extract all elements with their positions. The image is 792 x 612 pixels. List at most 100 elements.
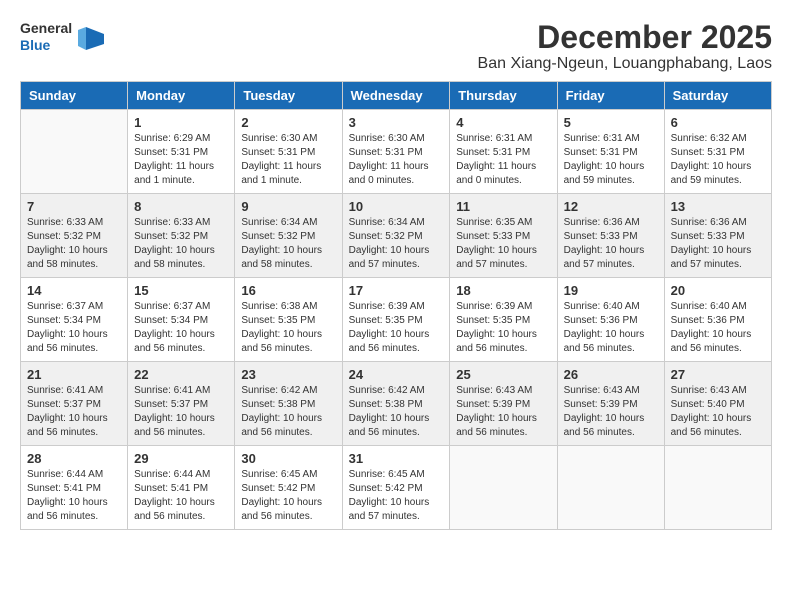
table-row: 30 Sunrise: 6:45 AM Sunset: 5:42 PM Dayl… [235,446,342,530]
sunrise-text: Sunrise: 6:42 AM [241,384,335,398]
table-row: 29 Sunrise: 6:44 AM Sunset: 5:41 PM Dayl… [128,446,235,530]
day-number: 13 [671,199,765,214]
table-row: 2 Sunrise: 6:30 AM Sunset: 5:31 PM Dayli… [235,110,342,194]
day-number: 14 [27,283,121,298]
day-number: 29 [134,451,228,466]
sunset-text: Sunset: 5:32 PM [241,230,335,244]
sunrise-text: Sunrise: 6:32 AM [671,132,765,146]
day-number: 27 [671,367,765,382]
day-number: 1 [134,115,228,130]
calendar-table: Sunday Monday Tuesday Wednesday Thursday… [20,81,772,530]
daylight-text: Daylight: 10 hours and 56 minutes. [241,328,335,356]
table-row: 4 Sunrise: 6:31 AM Sunset: 5:31 PM Dayli… [450,110,557,194]
sunrise-text: Sunrise: 6:45 AM [349,468,444,482]
day-number: 3 [349,115,444,130]
sunrise-text: Sunrise: 6:37 AM [27,300,121,314]
day-number: 28 [27,451,121,466]
day-number: 16 [241,283,335,298]
day-number: 4 [456,115,550,130]
sunset-text: Sunset: 5:32 PM [27,230,121,244]
day-info: Sunrise: 6:44 AM Sunset: 5:41 PM Dayligh… [27,468,121,524]
day-number: 5 [564,115,658,130]
logo-text: General Blue [20,20,72,54]
daylight-text: Daylight: 10 hours and 56 minutes. [349,328,444,356]
day-number: 24 [349,367,444,382]
table-row: 24 Sunrise: 6:42 AM Sunset: 5:38 PM Dayl… [342,362,450,446]
sunrise-text: Sunrise: 6:38 AM [241,300,335,314]
day-info: Sunrise: 6:43 AM Sunset: 5:39 PM Dayligh… [564,384,658,440]
daylight-text: Daylight: 10 hours and 56 minutes. [27,328,121,356]
table-row: 20 Sunrise: 6:40 AM Sunset: 5:36 PM Dayl… [664,278,771,362]
day-number: 25 [456,367,550,382]
sunrise-text: Sunrise: 6:43 AM [671,384,765,398]
table-row: 13 Sunrise: 6:36 AM Sunset: 5:33 PM Dayl… [664,194,771,278]
daylight-text: Daylight: 10 hours and 56 minutes. [456,328,550,356]
day-info: Sunrise: 6:45 AM Sunset: 5:42 PM Dayligh… [241,468,335,524]
day-number: 17 [349,283,444,298]
day-info: Sunrise: 6:43 AM Sunset: 5:39 PM Dayligh… [456,384,550,440]
calendar-header-row: Sunday Monday Tuesday Wednesday Thursday… [21,82,772,110]
table-row: 3 Sunrise: 6:30 AM Sunset: 5:31 PM Dayli… [342,110,450,194]
header: General Blue December 2025 Ban Xiang-Nge… [20,20,772,73]
day-number: 9 [241,199,335,214]
sunset-text: Sunset: 5:38 PM [349,398,444,412]
calendar-week-row: 7 Sunrise: 6:33 AM Sunset: 5:32 PM Dayli… [21,194,772,278]
col-saturday: Saturday [664,82,771,110]
sunset-text: Sunset: 5:31 PM [241,146,335,160]
day-info: Sunrise: 6:30 AM Sunset: 5:31 PM Dayligh… [241,132,335,188]
daylight-text: Daylight: 10 hours and 56 minutes. [134,328,228,356]
sunset-text: Sunset: 5:33 PM [671,230,765,244]
table-row: 23 Sunrise: 6:42 AM Sunset: 5:38 PM Dayl… [235,362,342,446]
day-info: Sunrise: 6:35 AM Sunset: 5:33 PM Dayligh… [456,216,550,272]
sunset-text: Sunset: 5:35 PM [456,314,550,328]
day-info: Sunrise: 6:33 AM Sunset: 5:32 PM Dayligh… [134,216,228,272]
sunrise-text: Sunrise: 6:31 AM [564,132,658,146]
day-info: Sunrise: 6:42 AM Sunset: 5:38 PM Dayligh… [241,384,335,440]
table-row [21,110,128,194]
col-sunday: Sunday [21,82,128,110]
sunset-text: Sunset: 5:31 PM [456,146,550,160]
table-row: 21 Sunrise: 6:41 AM Sunset: 5:37 PM Dayl… [21,362,128,446]
sunset-text: Sunset: 5:40 PM [671,398,765,412]
sunset-text: Sunset: 5:41 PM [27,482,121,496]
table-row: 8 Sunrise: 6:33 AM Sunset: 5:32 PM Dayli… [128,194,235,278]
daylight-text: Daylight: 10 hours and 56 minutes. [27,496,121,524]
daylight-text: Daylight: 10 hours and 59 minutes. [671,160,765,188]
day-number: 2 [241,115,335,130]
day-info: Sunrise: 6:31 AM Sunset: 5:31 PM Dayligh… [564,132,658,188]
day-number: 19 [564,283,658,298]
table-row: 14 Sunrise: 6:37 AM Sunset: 5:34 PM Dayl… [21,278,128,362]
day-info: Sunrise: 6:32 AM Sunset: 5:31 PM Dayligh… [671,132,765,188]
sunset-text: Sunset: 5:32 PM [349,230,444,244]
daylight-text: Daylight: 11 hours and 0 minutes. [349,160,444,188]
sunset-text: Sunset: 5:33 PM [456,230,550,244]
day-number: 7 [27,199,121,214]
sunset-text: Sunset: 5:31 PM [671,146,765,160]
daylight-text: Daylight: 10 hours and 57 minutes. [349,496,444,524]
daylight-text: Daylight: 11 hours and 1 minute. [241,160,335,188]
sunrise-text: Sunrise: 6:40 AM [564,300,658,314]
sunset-text: Sunset: 5:37 PM [27,398,121,412]
day-info: Sunrise: 6:40 AM Sunset: 5:36 PM Dayligh… [671,300,765,356]
sunrise-text: Sunrise: 6:29 AM [134,132,228,146]
sunrise-text: Sunrise: 6:33 AM [134,216,228,230]
day-info: Sunrise: 6:31 AM Sunset: 5:31 PM Dayligh… [456,132,550,188]
daylight-text: Daylight: 10 hours and 56 minutes. [456,412,550,440]
sunrise-text: Sunrise: 6:40 AM [671,300,765,314]
table-row [450,446,557,530]
sunset-text: Sunset: 5:31 PM [134,146,228,160]
logo-blue: Blue [20,37,72,54]
daylight-text: Daylight: 10 hours and 56 minutes. [241,496,335,524]
daylight-text: Daylight: 10 hours and 57 minutes. [671,244,765,272]
table-row: 1 Sunrise: 6:29 AM Sunset: 5:31 PM Dayli… [128,110,235,194]
logo: General Blue [20,20,106,54]
sunset-text: Sunset: 5:41 PM [134,482,228,496]
col-tuesday: Tuesday [235,82,342,110]
sunset-text: Sunset: 5:31 PM [349,146,444,160]
calendar-week-row: 14 Sunrise: 6:37 AM Sunset: 5:34 PM Dayl… [21,278,772,362]
sunset-text: Sunset: 5:31 PM [564,146,658,160]
day-info: Sunrise: 6:41 AM Sunset: 5:37 PM Dayligh… [27,384,121,440]
day-number: 31 [349,451,444,466]
sunset-text: Sunset: 5:37 PM [134,398,228,412]
logo-icon [76,22,106,52]
